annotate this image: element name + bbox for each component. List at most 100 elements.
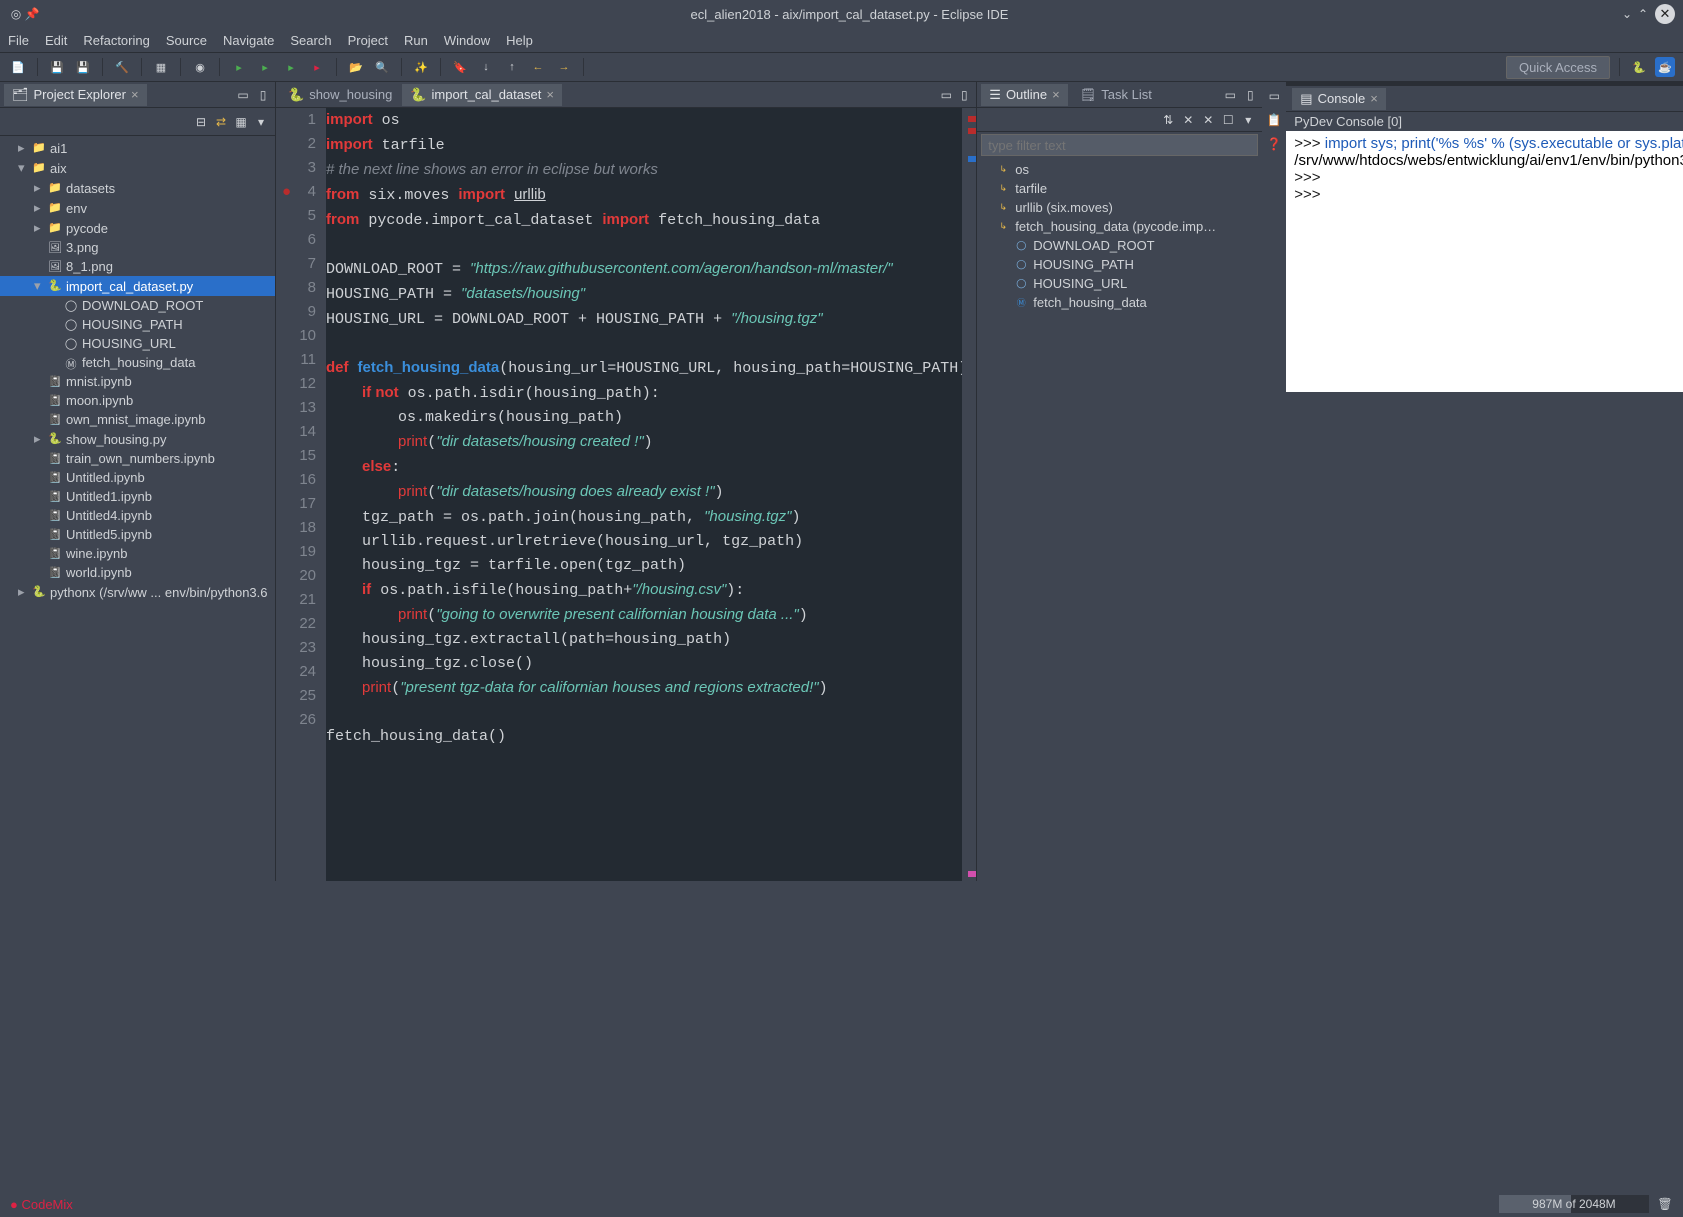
focus-icon[interactable]: ▦ xyxy=(233,114,249,130)
expand-arrow-icon[interactable]: ▸ xyxy=(18,584,28,600)
menu-search[interactable]: Search xyxy=(290,33,331,48)
project-explorer-tab[interactable]: 🗂 Project Explorer × xyxy=(4,84,147,106)
outline-list[interactable]: ↳os↳tarfile↳urllib (six.moves)↳fetch_hou… xyxy=(977,158,1262,881)
outline-item[interactable]: ↳urllib (six.moves) xyxy=(977,198,1262,217)
tree-item[interactable]: 📓train_own_numbers.ipynb xyxy=(0,449,275,468)
gc-icon[interactable]: 🗑 xyxy=(1657,1196,1673,1212)
breakpoint-icon[interactable]: ◉ xyxy=(190,57,210,77)
close-icon[interactable]: × xyxy=(546,87,554,102)
link-editor-icon[interactable]: ⇄ xyxy=(213,114,229,130)
collapse-all-icon[interactable]: ⊟ xyxy=(193,114,209,130)
tree-item[interactable]: 🖼8_1.png xyxy=(0,257,275,276)
maximize-icon[interactable]: ▯ xyxy=(255,87,271,103)
outline-item[interactable]: ↳os xyxy=(977,160,1262,179)
tree-item[interactable]: ▸🐍show_housing.py xyxy=(0,429,275,449)
close-icon[interactable]: × xyxy=(131,87,139,102)
view-menu-icon[interactable]: ▾ xyxy=(1240,112,1256,128)
prev-annotation-icon[interactable]: ↑ xyxy=(502,57,522,77)
menu-window[interactable]: Window xyxy=(444,33,490,48)
cheatsheet-icon[interactable]: 📋 xyxy=(1266,112,1282,128)
tasklist-tab[interactable]: 🗒 Task List xyxy=(1072,84,1160,106)
menu-navigate[interactable]: Navigate xyxy=(223,33,274,48)
minimize-icon[interactable]: ▭ xyxy=(1222,87,1238,103)
toggle-icon[interactable]: ▦ xyxy=(151,57,171,77)
expand-arrow-icon[interactable]: ▾ xyxy=(18,160,28,176)
view-menu-icon[interactable]: ▾ xyxy=(253,114,269,130)
memory-indicator[interactable]: 987M of 2048M xyxy=(1499,1195,1649,1213)
close-icon[interactable]: × xyxy=(1052,87,1060,102)
expand-arrow-icon[interactable]: ▸ xyxy=(18,140,28,156)
hide-static-icon[interactable]: ✕ xyxy=(1200,112,1216,128)
line-gutter[interactable]: 1234567891011121314151617181920212223242… xyxy=(276,108,326,881)
window-maximize[interactable]: ⌃ xyxy=(1635,6,1651,22)
minimize-icon[interactable]: ▭ xyxy=(235,87,251,103)
tree-item[interactable]: ▸🐍pythonx (/srv/ww ... env/bin/python3.6 xyxy=(0,582,275,602)
mark-icon[interactable]: 🔖 xyxy=(450,57,470,77)
menu-edit[interactable]: Edit xyxy=(45,33,67,48)
external-run-icon[interactable]: ▸ xyxy=(307,57,327,77)
search-icon[interactable]: 🔍 xyxy=(372,57,392,77)
tree-item[interactable]: ▸📁pycode xyxy=(0,218,275,238)
outline-item[interactable]: ◯HOUSING_URL xyxy=(977,274,1262,293)
window-minimize[interactable]: ⌄ xyxy=(1619,6,1635,22)
tree-item[interactable]: ▸📁datasets xyxy=(0,178,275,198)
outline-item[interactable]: ◯HOUSING_PATH xyxy=(977,255,1262,274)
expand-arrow-icon[interactable]: ▾ xyxy=(34,278,44,294)
coverage-icon[interactable]: ▸ xyxy=(281,57,301,77)
perspective-java-icon[interactable]: ☕ xyxy=(1655,57,1675,77)
tree-item[interactable]: 📓Untitled4.ipynb xyxy=(0,506,275,525)
menu-help[interactable]: Help xyxy=(506,33,533,48)
overview-ruler[interactable] xyxy=(962,108,976,881)
maximize-icon[interactable]: ▯ xyxy=(956,87,972,103)
menu-run[interactable]: Run xyxy=(404,33,428,48)
tree-item[interactable]: ▾📁aix xyxy=(0,158,275,178)
tree-item[interactable]: ▸📁env xyxy=(0,198,275,218)
tree-item[interactable]: ▾🐍import_cal_dataset.py xyxy=(0,276,275,296)
menu-refactoring[interactable]: Refactoring xyxy=(83,33,149,48)
menu-source[interactable]: Source xyxy=(166,33,207,48)
restore-icon[interactable]: ▭ xyxy=(1266,88,1282,104)
next-annotation-icon[interactable]: ↓ xyxy=(476,57,496,77)
tree-item[interactable]: 📓Untitled1.ipynb xyxy=(0,487,275,506)
tree-item[interactable]: Ⓜfetch_housing_data xyxy=(0,353,275,372)
expand-arrow-icon[interactable]: ▸ xyxy=(34,180,44,196)
console-tab[interactable]: ▤ Console × xyxy=(1292,88,1386,110)
expand-arrow-icon[interactable]: ▸ xyxy=(34,200,44,216)
menu-project[interactable]: Project xyxy=(348,33,388,48)
tree-item[interactable]: ◯HOUSING_PATH xyxy=(0,315,275,334)
tree-item[interactable]: 🖼3.png xyxy=(0,238,275,257)
maximize-icon[interactable]: ▯ xyxy=(1242,87,1258,103)
new-icon[interactable]: 📄 xyxy=(8,57,28,77)
wand-icon[interactable]: ✨ xyxy=(411,57,431,77)
outline-item[interactable]: Ⓜfetch_housing_data xyxy=(977,293,1262,312)
perspective-pydev-icon[interactable]: 🐍 xyxy=(1629,57,1649,77)
tree-item[interactable]: 📓mnist.ipynb xyxy=(0,372,275,391)
tree-item[interactable]: ◯DOWNLOAD_ROOT xyxy=(0,296,275,315)
outline-item[interactable]: ↳fetch_housing_data (pycode.imp… xyxy=(977,217,1262,236)
tab-import-cal-dataset[interactable]: 🐍 import_cal_dataset × xyxy=(402,84,562,106)
help-icon[interactable]: ❓ xyxy=(1266,136,1282,152)
save-icon[interactable]: 💾 xyxy=(47,57,67,77)
sort-icon[interactable]: ⇅ xyxy=(1160,112,1176,128)
window-close[interactable]: ✕ xyxy=(1655,4,1675,24)
tree-item[interactable]: 📓own_mnist_image.ipynb xyxy=(0,410,275,429)
open-type-icon[interactable]: 📂 xyxy=(346,57,366,77)
hide-nonpublic-icon[interactable]: ☐ xyxy=(1220,112,1236,128)
forward-icon[interactable]: → xyxy=(554,57,574,77)
minimize-icon[interactable]: ▭ xyxy=(938,87,954,103)
tree-item[interactable]: ◯HOUSING_URL xyxy=(0,334,275,353)
project-tree[interactable]: ▸📁ai1▾📁aix▸📁datasets▸📁env▸📁pycode🖼3.png🖼… xyxy=(0,136,275,881)
hide-fields-icon[interactable]: ✕ xyxy=(1180,112,1196,128)
console-body[interactable]: >>> import sys; print('%s %s' % (sys.exe… xyxy=(1286,131,1683,392)
save-all-icon[interactable]: 💾 xyxy=(73,57,93,77)
expand-arrow-icon[interactable]: ▸ xyxy=(34,220,44,236)
expand-arrow-icon[interactable]: ▸ xyxy=(34,431,44,447)
debug-icon[interactable]: ▸ xyxy=(229,57,249,77)
editor-area[interactable]: 1234567891011121314151617181920212223242… xyxy=(276,108,976,881)
codemix-status[interactable]: ● CodeMix xyxy=(10,1197,73,1212)
outline-filter-input[interactable] xyxy=(981,134,1258,156)
tree-item[interactable]: ▸📁ai1 xyxy=(0,138,275,158)
tree-item[interactable]: 📓moon.ipynb xyxy=(0,391,275,410)
back-icon[interactable]: ← xyxy=(528,57,548,77)
quick-access[interactable]: Quick Access xyxy=(1506,56,1610,79)
